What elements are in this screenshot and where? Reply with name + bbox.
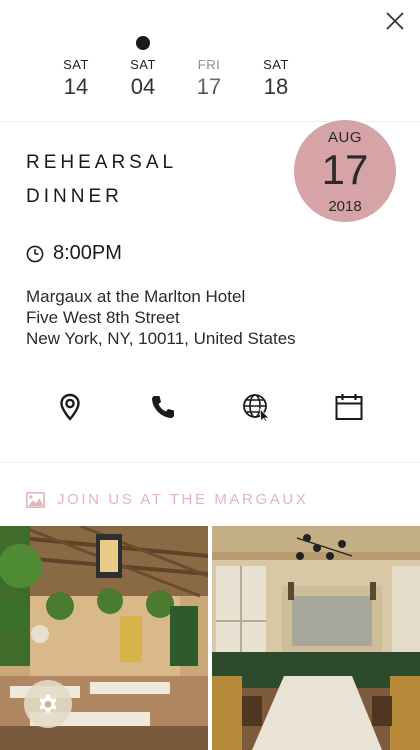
settings-button[interactable]: [24, 680, 72, 728]
globe-icon: [243, 394, 270, 422]
date-dow: SAT: [130, 57, 156, 72]
map-button[interactable]: [55, 392, 85, 422]
divider: [0, 462, 420, 463]
image-icon: [26, 492, 45, 508]
phone-icon: [152, 396, 174, 418]
call-button[interactable]: [148, 392, 178, 422]
gallery-photo[interactable]: [212, 526, 420, 750]
event-day: 17: [321, 146, 369, 193]
event-month: AUG: [327, 129, 362, 146]
event-address: Margaux at the Marlton Hotel Five West 8…: [26, 286, 396, 349]
close-button[interactable]: [384, 10, 406, 32]
website-button[interactable]: [241, 392, 271, 422]
calendar-icon: [335, 394, 363, 420]
dining-room-photo: [212, 526, 420, 750]
close-icon: [386, 12, 404, 30]
date-number: 14: [63, 74, 89, 99]
event-date-badge: AUG 17 2018: [294, 120, 396, 222]
date-number: 18: [263, 74, 289, 99]
location-pin-icon: [60, 393, 80, 421]
event-year: 2018: [328, 198, 362, 215]
event-title: REHEARSAL DINNER: [26, 146, 276, 214]
gallery-heading-text: JOIN US AT THE MARGAUX: [57, 491, 309, 508]
address-line: New York, NY, 10011, United States: [26, 329, 296, 348]
event-title-line: DINNER: [26, 186, 123, 207]
selected-dot-indicator: [136, 36, 150, 50]
date-dow: SAT: [263, 57, 289, 72]
address-line: Five West 8th Street: [26, 308, 180, 327]
event-time: 8:00PM: [53, 242, 122, 264]
clock-icon: [26, 245, 44, 263]
gear-icon: [39, 695, 57, 713]
date-number: 17: [196, 74, 222, 99]
action-bar: [0, 392, 420, 426]
address-line: Margaux at the Marlton Hotel: [26, 287, 246, 306]
date-number: 04: [130, 74, 156, 99]
event-title-line: REHEARSAL: [26, 152, 178, 173]
date-strip: SAT 14 SAT 04 FRI 17 SAT 18: [44, 36, 306, 106]
date-dow: FRI: [197, 57, 221, 72]
date-dow: SAT: [63, 57, 89, 72]
add-to-calendar-button[interactable]: [334, 392, 364, 422]
